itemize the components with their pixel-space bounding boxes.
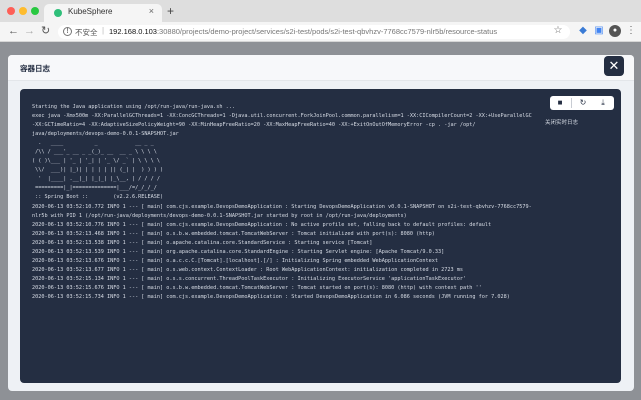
address-bar[interactable]: ! 不安全 | 192.168.0.103:30880/projects/dem…	[58, 25, 570, 39]
translate-icon[interactable]: ▣	[593, 25, 605, 37]
browser-tab[interactable]: KubeSphere ×	[44, 4, 162, 22]
more-menu-icon[interactable]: ⋮	[625, 25, 637, 37]
reload-icon[interactable]: ↻	[41, 24, 50, 38]
browser-titlebar: KubeSphere × +	[0, 0, 641, 22]
browser-toolbar: ← → ↻ ! 不安全 | 192.168.0.103:30880/projec…	[0, 22, 641, 42]
container-log-modal: 容器日志 ✕ Starting the Java application usi…	[8, 55, 634, 391]
log-line: 2020-06-13 03:52:13.677 INFO 1 --- [ mai…	[32, 266, 463, 273]
modal-header: 容器日志 ✕	[8, 55, 634, 81]
url-separator: |	[102, 26, 105, 35]
log-line: 2020-06-13 03:52:10.776 INFO 1 --- [ mai…	[32, 221, 492, 228]
tab-title: KubeSphere	[68, 7, 113, 16]
log-line: . ____ _ __ _ _	[32, 140, 154, 147]
log-line: exec java -Xmx500m -XX:ParallelGCThreads…	[32, 113, 532, 120]
log-line: =========|_|==============|___/=/_/_/_/	[32, 185, 157, 192]
log-line: 2020-06-13 03:52:13.468 INFO 1 --- [ mai…	[32, 230, 435, 237]
minimize-window-button[interactable]	[19, 7, 27, 15]
new-tab-button[interactable]: +	[167, 4, 174, 18]
log-line: ' |____| .__|_| |_|_| |_\__, | / / / /	[32, 176, 161, 183]
bookmark-star-icon[interactable]: ☆	[552, 25, 564, 37]
log-output: Starting the Java application using /opt…	[32, 103, 612, 302]
kubesphere-favicon-icon	[54, 9, 62, 17]
log-line: java/deployments/devops-demo-0.0.1-SNAPS…	[32, 131, 179, 138]
refresh-icon[interactable]: ↻	[576, 97, 590, 109]
forward-arrow-icon[interactable]: →	[24, 24, 35, 38]
url-host: 192.168.0.103	[109, 27, 157, 36]
stop-realtime-icon[interactable]: ■	[553, 97, 567, 109]
extension-icon[interactable]: ◆	[577, 25, 589, 37]
log-controls: ■ ↻ ⤓	[550, 96, 614, 110]
log-line: -XX:GCTimeRatio=4 -XX:AdaptiveSizePolicy…	[32, 122, 476, 129]
controls-divider	[571, 98, 572, 108]
close-modal-button[interactable]: ✕	[604, 56, 624, 76]
log-line: Starting the Java application using /opt…	[32, 104, 236, 110]
modal-title: 容器日志	[20, 64, 50, 73]
log-viewer[interactable]: Starting the Java application using /opt…	[20, 89, 621, 383]
log-line: 2020-06-13 03:52:15.734 INFO 1 --- [ mai…	[32, 293, 510, 300]
log-line: 2020-06-13 03:52:13.539 INFO 1 --- [ mai…	[32, 248, 445, 255]
tab-close-icon[interactable]: ×	[149, 6, 154, 16]
close-window-button[interactable]	[7, 7, 15, 15]
back-arrow-icon[interactable]: ←	[8, 24, 19, 38]
log-controls-tooltip: 关闭实时日志	[545, 120, 579, 126]
profile-avatar-icon[interactable]: ●	[609, 25, 621, 37]
url-text[interactable]: 192.168.0.103:30880/projects/demo-projec…	[109, 27, 497, 36]
url-path: :30880/projects/demo-project/services/s2…	[156, 27, 498, 36]
download-icon[interactable]: ⤓	[596, 97, 610, 109]
page-overlay: 容器日志 ✕ Starting the Java application usi…	[0, 42, 641, 400]
log-line: nlr5b with PID 1 (/opt/run-java/deployme…	[32, 212, 407, 219]
log-line: ( ( )\___ | '_ | '_| | '_ \/ _` | \ \ \ …	[32, 158, 161, 165]
info-icon[interactable]: !	[63, 27, 72, 36]
insecure-label: 不安全	[75, 28, 98, 37]
log-line: :: Spring Boot :: (v2.2.6.RELEASE)	[32, 194, 164, 201]
log-line: \\/ ___)| |_)| | | | | || (_| | ) ) ) )	[32, 167, 164, 174]
log-line: 2020-06-13 03:52:10.772 INFO 1 --- [ mai…	[32, 203, 532, 210]
zoom-window-button[interactable]	[31, 7, 39, 15]
log-line: 2020-06-13 03:52:13.676 INFO 1 --- [ mai…	[32, 257, 439, 264]
log-line: 2020-06-13 03:52:15.676 INFO 1 --- [ mai…	[32, 284, 482, 291]
log-line: /\\ / ___'_ __ _ _(_)_ __ __ _ \ \ \ \	[32, 149, 157, 156]
log-line: 2020-06-13 03:52:15.134 INFO 1 --- [ mai…	[32, 275, 467, 282]
log-line: 2020-06-13 03:52:13.538 INFO 1 --- [ mai…	[32, 239, 373, 246]
